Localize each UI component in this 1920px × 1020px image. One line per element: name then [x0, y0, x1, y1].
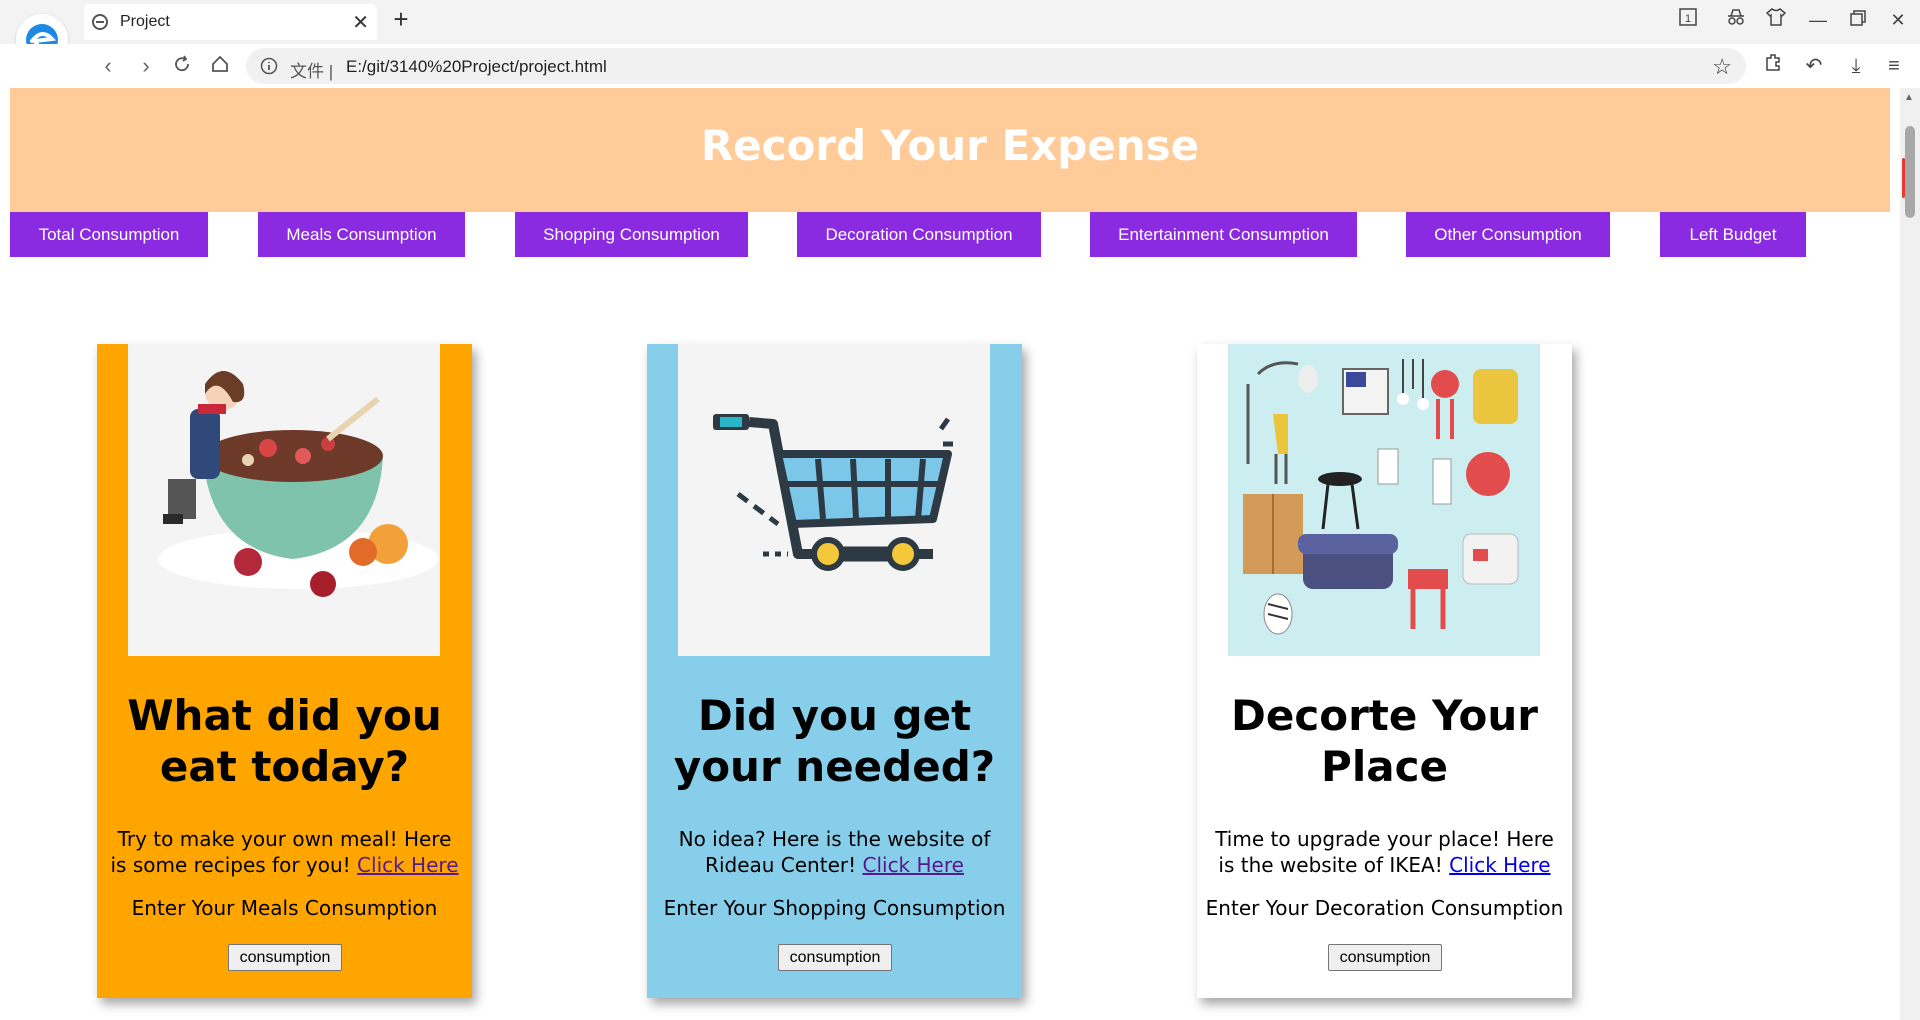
scrollbar-thumb[interactable] [1905, 126, 1915, 218]
reload-icon[interactable] [168, 52, 196, 80]
meals-consumption-prompt: Enter Your Meals Consumption [131, 896, 438, 920]
skin-icon[interactable] [1764, 8, 1788, 32]
meals-card-title: What did you eat today? [127, 691, 442, 791]
decoration-card-description: Time to upgrade your place! Here is the … [1207, 826, 1562, 878]
bookmark-star-icon[interactable]: ☆ [1712, 54, 1732, 80]
shopping-card: Did you get your needed? No idea? Here i… [647, 344, 1022, 998]
address-bar-row: ‹ › 文件 | E:/git/3140%20Project/project.h… [0, 44, 1920, 88]
browser-tab[interactable]: Project ✕ [84, 4, 377, 40]
shopping-consumption-button[interactable]: consumption [778, 944, 892, 971]
close-window-icon[interactable]: ✕ [1886, 8, 1910, 32]
new-tab-icon[interactable]: + [386, 4, 416, 35]
nav-entertainment-consumption[interactable]: Entertainment Consumption [1090, 212, 1357, 257]
page-title: Record Your Expense [700, 121, 1200, 170]
decoration-consumption-prompt: Enter Your Decoration Consumption [1205, 896, 1564, 920]
menu-icon[interactable]: ≡ [1880, 52, 1908, 80]
home-icon[interactable] [206, 52, 234, 80]
shopping-card-title: Did you get your needed? [673, 691, 996, 791]
page-header: Record Your Expense [10, 88, 1890, 212]
url-scheme-label: 文件 | [290, 62, 334, 81]
nav-shopping-consumption[interactable]: Shopping Consumption [515, 212, 748, 257]
shopping-card-description: No idea? Here is the website of Rideau C… [657, 826, 1012, 878]
nav-decoration-consumption[interactable]: Decoration Consumption [797, 212, 1041, 257]
tab-close-icon[interactable]: ✕ [352, 10, 369, 35]
scroll-marker [1902, 158, 1905, 198]
rideau-center-link[interactable]: Click Here [862, 853, 963, 877]
decoration-card-title: Decorte Your Place [1230, 691, 1539, 791]
forward-icon[interactable]: › [132, 52, 160, 80]
tab-favicon-icon [92, 14, 108, 35]
incognito-icon[interactable] [1724, 8, 1748, 32]
ikea-link[interactable]: Click Here [1449, 853, 1550, 877]
meals-image [128, 344, 440, 656]
shopping-consumption-prompt: Enter Your Shopping Consumption [663, 896, 1006, 920]
info-icon[interactable] [260, 57, 278, 80]
decoration-consumption-button[interactable]: consumption [1328, 944, 1442, 971]
undo-close-icon[interactable]: ↶ [1800, 52, 1828, 80]
meals-card-description: Try to make your own meal! Here is some … [107, 826, 462, 878]
furniture-image [1228, 344, 1540, 656]
meals-card: What did you eat today? Try to make your… [97, 344, 472, 998]
decoration-card: Decorte Your Place Time to upgrade your … [1197, 344, 1572, 998]
tab-count-icon[interactable]: 1 [1676, 8, 1700, 32]
browser-chrome: Project ✕ + 1 — ✕ ‹ › 文件 | E:/git/3140%2… [0, 0, 1920, 89]
page-content: Record Your Expense Total Consumption Me… [0, 88, 1900, 1020]
vertical-scrollbar[interactable]: ▲ [1900, 88, 1920, 1020]
nav-meals-consumption[interactable]: Meals Consumption [258, 212, 465, 257]
nav-bar: Total Consumption Meals Consumption Shop… [0, 212, 1900, 258]
meals-consumption-button[interactable]: consumption [228, 944, 342, 971]
restore-icon[interactable] [1846, 8, 1870, 32]
nav-total-consumption[interactable]: Total Consumption [10, 212, 208, 257]
shopping-cart-image [678, 344, 990, 656]
download-icon[interactable]: ⤓ [1842, 52, 1870, 80]
url-field[interactable]: 文件 | E:/git/3140%20Project/project.html … [246, 48, 1746, 84]
recipes-link[interactable]: Click Here [357, 853, 458, 877]
nav-other-consumption[interactable]: Other Consumption [1406, 212, 1610, 257]
scroll-up-icon[interactable]: ▲ [1904, 92, 1914, 103]
svg-text:1: 1 [1685, 13, 1691, 25]
back-icon[interactable]: ‹ [94, 52, 122, 80]
nav-left-budget[interactable]: Left Budget [1660, 212, 1806, 257]
url-text[interactable]: E:/git/3140%20Project/project.html [346, 57, 607, 77]
minimize-icon[interactable]: — [1806, 8, 1830, 32]
extensions-icon[interactable] [1760, 52, 1788, 80]
tab-title: Project [120, 13, 170, 30]
